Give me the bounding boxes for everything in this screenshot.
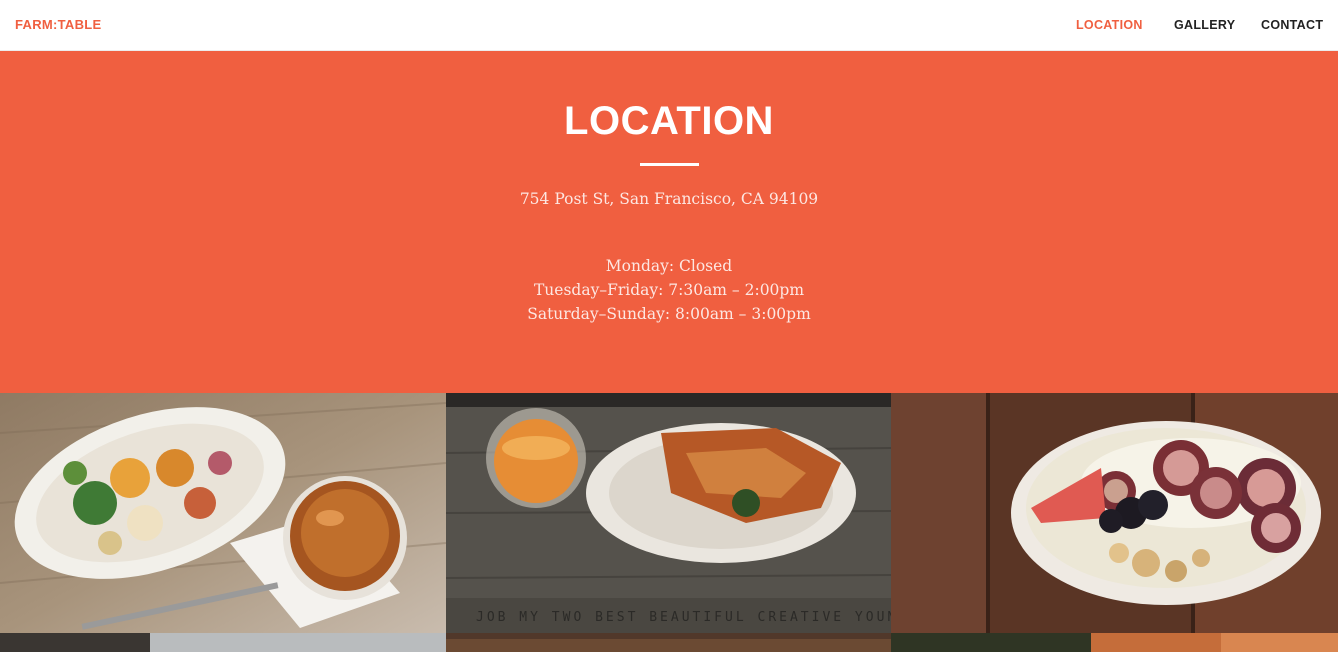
gallery-photo-6[interactable] — [891, 633, 1338, 652]
gallery-photo-5[interactable] — [446, 633, 891, 652]
gallery-photo-yogurt-bowl[interactable] — [891, 393, 1338, 633]
location-heading: LOCATION — [564, 99, 774, 143]
photo-gallery: JOB MY TWO BEST BEAUTIFUL CREATIVE YOUNG — [0, 393, 1338, 652]
gallery-photo-salad[interactable] — [0, 393, 446, 633]
opening-hours: Monday: Closed Tuesday–Friday: 7:30am – … — [0, 254, 1338, 326]
hours-monday: Monday: Closed — [605, 257, 733, 275]
location-section: LOCATION 754 Post St, San Francisco, CA … — [0, 51, 1338, 393]
location-address: 754 Post St, San Francisco, CA 94109 — [519, 190, 819, 208]
hours-weekend: Saturday–Sunday: 8:00am – 3:00pm — [527, 305, 811, 323]
hours-weekdays: Tuesday–Friday: 7:30am – 2:00pm — [533, 281, 805, 299]
nav-link-contact[interactable]: CONTACT — [1261, 18, 1323, 32]
nav-link-gallery[interactable]: GALLERY — [1174, 18, 1235, 32]
gallery-photo-pastry[interactable]: JOB MY TWO BEST BEAUTIFUL CREATIVE YOUNG — [446, 393, 891, 633]
brand-logo-link[interactable]: FARM:TABLE — [15, 17, 102, 32]
svg-text:JOB MY TWO BEST BEAUTIFUL CREA: JOB MY TWO BEST BEAUTIFUL CREATIVE YOUNG — [476, 610, 891, 625]
heading-divider — [640, 163, 699, 166]
gallery-photo-4[interactable] — [0, 633, 446, 652]
nav-link-location[interactable]: LOCATION — [1076, 18, 1143, 32]
top-navbar: FARM:TABLE LOCATION GALLERY CONTACT — [0, 0, 1338, 51]
